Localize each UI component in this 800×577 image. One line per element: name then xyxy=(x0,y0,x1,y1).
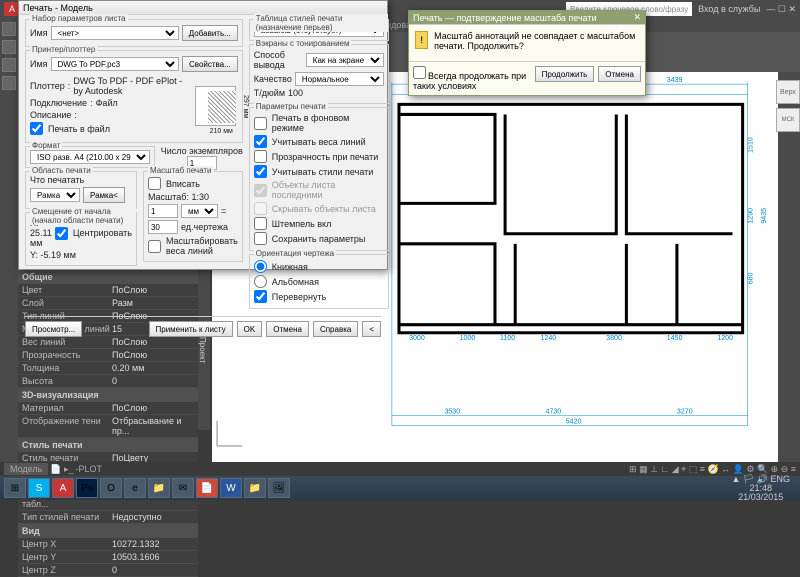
window-button[interactable]: Рамка< xyxy=(83,187,125,203)
close-icon[interactable]: ✕ xyxy=(633,12,641,23)
fit-check[interactable] xyxy=(148,177,161,190)
cancel-button[interactable]: Отмена xyxy=(598,66,641,82)
svg-text:9435: 9435 xyxy=(761,208,768,224)
center-check[interactable] xyxy=(55,227,68,240)
clock: ▲ 🏳 🔊 ENG21:4821/03/2015 xyxy=(725,475,796,502)
expand-button[interactable]: < xyxy=(362,321,381,337)
svg-text:3000: 3000 xyxy=(409,335,425,342)
paper-preview: 210 мм297 мм xyxy=(195,86,236,126)
status-bar: Модель 📄 ▸_-PLOT ⊞ ▦ ⊥ ∟ ◢ ⌖ ⬚ ≡ 🧭 ↔ 👤 ⚙… xyxy=(0,462,800,476)
dialog-title: Печать - Модель xyxy=(23,3,93,13)
to-file-check[interactable] xyxy=(30,122,43,135)
viewcube-top: Верх xyxy=(776,80,800,104)
plotter-select[interactable]: DWG To PDF.pc3 xyxy=(51,57,179,71)
plot-dialog: Печать - Модель Набор параметров листа И… xyxy=(18,0,388,270)
warning-icon: ! xyxy=(415,31,428,49)
confirm-title: Печать — подтверждение масштаба печати xyxy=(413,13,597,23)
svg-text:1200: 1200 xyxy=(717,335,733,342)
svg-text:1240: 1240 xyxy=(540,335,556,342)
model-tab[interactable]: Модель xyxy=(4,463,48,475)
confirm-dialog: Печать — подтверждение масштаба печати✕ … xyxy=(408,10,646,96)
login-link[interactable]: Вход в службы xyxy=(698,4,760,14)
svg-text:1000: 1000 xyxy=(460,335,476,342)
help-button[interactable]: Справка xyxy=(313,321,358,337)
svg-text:1290: 1290 xyxy=(748,208,755,224)
always-check[interactable] xyxy=(413,66,426,79)
left-toolstrip[interactable] xyxy=(0,18,18,462)
continue-button[interactable]: Продолжить xyxy=(535,66,595,82)
add-button[interactable]: Добавить... xyxy=(182,25,238,41)
svg-text:680: 680 xyxy=(748,272,755,284)
pageset-select[interactable]: <нет> xyxy=(51,26,179,40)
confirm-message: Масштаб аннотаций не совпадает с масштаб… xyxy=(434,31,639,51)
cancel-button[interactable]: Отмена xyxy=(266,321,309,337)
svg-text:3530: 3530 xyxy=(444,409,460,416)
props-button[interactable]: Свойства... xyxy=(182,56,238,72)
taskbar[interactable]: ⊞SAPsOe📁✉📄W📁🖼 ▲ 🏳 🔊 ENG21:4821/03/2015 xyxy=(0,476,800,500)
svg-text:3800: 3800 xyxy=(606,335,622,342)
area-select[interactable]: Рамка xyxy=(30,188,80,202)
svg-text:3270: 3270 xyxy=(677,409,693,416)
svg-text:1510: 1510 xyxy=(748,137,755,153)
svg-text:1450: 1450 xyxy=(667,335,683,342)
svg-text:4730: 4730 xyxy=(546,409,562,416)
svg-text:1100: 1100 xyxy=(500,335,515,342)
viewcube[interactable]: Верх МСК xyxy=(778,80,798,132)
svg-text:3439: 3439 xyxy=(667,77,683,84)
ok-button[interactable]: OK xyxy=(237,321,263,337)
paper-select[interactable]: ISO разв. A4 (210.00 x 297.00 мм) xyxy=(30,150,150,164)
apply-button[interactable]: Применить к листу xyxy=(149,321,233,337)
svg-text:5420: 5420 xyxy=(566,419,582,426)
preview-button[interactable]: Просмотр... xyxy=(25,321,82,337)
